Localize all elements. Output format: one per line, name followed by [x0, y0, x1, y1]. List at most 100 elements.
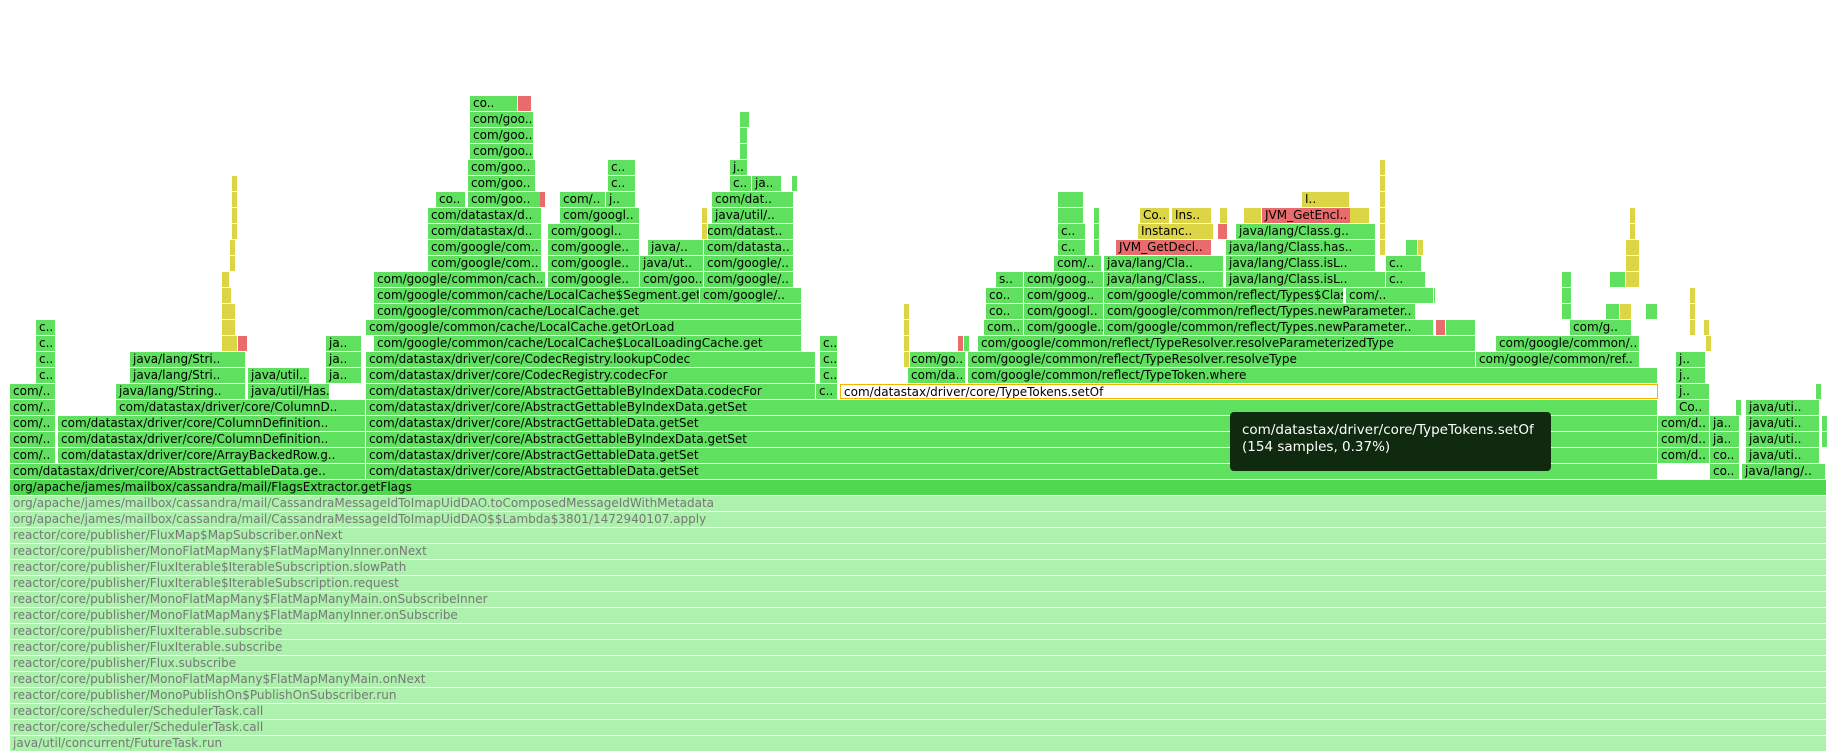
- stack-frame[interactable]: co..: [986, 288, 1024, 303]
- stack-frame[interactable]: com/d..: [1658, 432, 1710, 447]
- stack-frame[interactable]: com/d..: [1658, 416, 1710, 431]
- stack-frame[interactable]: java/uti..: [1746, 432, 1820, 447]
- stack-frame[interactable]: java/lang/String..: [116, 384, 246, 399]
- stack-frame[interactable]: [222, 272, 230, 287]
- stack-frame[interactable]: com/google/..: [704, 272, 794, 287]
- stack-frame[interactable]: Co..: [1140, 208, 1170, 223]
- stack-frame[interactable]: [1630, 224, 1636, 239]
- stack-frame[interactable]: com/..: [1346, 288, 1436, 303]
- stack-frame[interactable]: [1626, 272, 1640, 287]
- stack-frame[interactable]: [230, 240, 236, 255]
- stack-frame[interactable]: reactor/core/publisher/FluxIterable.subs…: [10, 640, 1827, 655]
- stack-frame[interactable]: com/goog..: [1024, 288, 1104, 303]
- stack-frame[interactable]: c..: [36, 368, 56, 383]
- stack-frame[interactable]: c..: [820, 352, 838, 367]
- stack-frame[interactable]: j..: [1676, 352, 1706, 367]
- stack-frame[interactable]: [1218, 224, 1228, 239]
- stack-frame[interactable]: c..: [608, 176, 636, 191]
- stack-frame[interactable]: ja..: [326, 352, 362, 367]
- stack-frame[interactable]: [232, 208, 238, 223]
- stack-frame[interactable]: com/google/common/ref..: [1476, 352, 1640, 367]
- stack-frame[interactable]: com/google/common/cache/LocalCache.get: [374, 304, 802, 319]
- stack-frame[interactable]: j..: [730, 160, 748, 175]
- stack-frame[interactable]: reactor/core/scheduler/SchedulerTask.cal…: [10, 720, 1827, 735]
- stack-frame[interactable]: com/go..: [908, 352, 966, 367]
- stack-frame[interactable]: [1380, 160, 1386, 175]
- stack-frame[interactable]: reactor/core/scheduler/SchedulerTask.cal…: [10, 704, 1827, 719]
- stack-frame[interactable]: com/google/common/reflect/Types.newParam…: [1104, 320, 1434, 335]
- stack-frame[interactable]: [1704, 320, 1710, 335]
- stack-frame[interactable]: [1380, 224, 1386, 239]
- stack-frame[interactable]: [904, 304, 910, 319]
- stack-frame[interactable]: com/datastax/driver/core/ColumnD..: [116, 400, 366, 415]
- stack-frame[interactable]: com/google/..: [704, 256, 794, 271]
- stack-frame[interactable]: [1822, 416, 1828, 431]
- stack-frame[interactable]: com/..: [10, 400, 56, 415]
- stack-frame[interactable]: java/lang/Class.has..: [1226, 240, 1376, 255]
- stack-frame[interactable]: [1822, 432, 1828, 447]
- stack-frame[interactable]: [1244, 208, 1262, 223]
- stack-frame[interactable]: [702, 208, 708, 223]
- stack-frame[interactable]: com/..: [1054, 256, 1102, 271]
- stack-frame[interactable]: com/google..: [548, 256, 640, 271]
- stack-frame[interactable]: com/google/..: [700, 288, 802, 303]
- stack-frame[interactable]: com/google/common/reflect/TypeToken.wher…: [968, 368, 1658, 383]
- stack-frame[interactable]: j..: [606, 192, 636, 207]
- stack-frame[interactable]: [964, 336, 970, 351]
- stack-frame[interactable]: c..: [1058, 224, 1086, 239]
- stack-frame[interactable]: com/goo..: [468, 176, 536, 191]
- stack-frame[interactable]: [1094, 208, 1100, 223]
- stack-frame[interactable]: co..: [1710, 464, 1740, 479]
- stack-frame[interactable]: c..: [1058, 240, 1086, 255]
- stack-frame[interactable]: c..: [608, 160, 636, 175]
- stack-frame[interactable]: c..: [820, 368, 838, 383]
- stack-frame[interactable]: [1690, 320, 1696, 335]
- stack-frame[interactable]: [1690, 288, 1696, 303]
- stack-frame[interactable]: java/uti..: [1746, 416, 1820, 431]
- stack-frame[interactable]: com/..: [10, 448, 56, 463]
- stack-frame[interactable]: [1626, 240, 1640, 255]
- stack-frame[interactable]: com/google..: [548, 272, 640, 287]
- stack-frame[interactable]: j..: [1676, 368, 1706, 383]
- stack-frame[interactable]: reactor/core/publisher/MonoFlatMapMany$F…: [10, 544, 1827, 559]
- stack-frame[interactable]: com/datastax/driver/core/CodecRegistry.l…: [366, 352, 816, 367]
- stack-frame[interactable]: [1690, 304, 1696, 319]
- stack-frame[interactable]: c..: [1386, 272, 1426, 287]
- stack-frame[interactable]: [1380, 192, 1386, 207]
- stack-frame[interactable]: java/lang/Class.isL..: [1226, 256, 1376, 271]
- stack-frame[interactable]: com/datastax/driver/core/ColumnDefinitio…: [58, 432, 366, 447]
- stack-frame[interactable]: reactor/core/publisher/FluxIterable$Iter…: [10, 560, 1827, 575]
- stack-frame[interactable]: com/google/common/cache/LocalCache$Segme…: [374, 288, 700, 303]
- stack-frame[interactable]: j..: [1676, 384, 1710, 399]
- stack-frame[interactable]: c..: [820, 336, 838, 351]
- stack-frame[interactable]: com/dat..: [712, 192, 794, 207]
- stack-frame[interactable]: com/datasta..: [704, 240, 794, 255]
- stack-frame[interactable]: [1380, 208, 1386, 223]
- stack-frame[interactable]: Instanc..: [1138, 224, 1214, 239]
- stack-frame[interactable]: java/ut..: [640, 256, 704, 271]
- stack-frame[interactable]: com/google/common/cache/LocalCache$Local…: [374, 336, 802, 351]
- stack-frame[interactable]: com/google/common/reflect/Types$Clas..: [1104, 288, 1344, 303]
- stack-frame[interactable]: com/google/common/..: [1496, 336, 1640, 351]
- stack-frame[interactable]: com/..: [10, 384, 56, 399]
- stack-frame[interactable]: [232, 176, 238, 191]
- stack-frame[interactable]: com/goog..: [1024, 272, 1104, 287]
- stack-frame[interactable]: com/goo..: [640, 272, 704, 287]
- stack-frame[interactable]: [1350, 208, 1370, 223]
- stack-frame[interactable]: [1646, 304, 1658, 319]
- stack-frame[interactable]: com/datastax/d..: [428, 208, 542, 223]
- stack-frame[interactable]: [222, 336, 238, 351]
- stack-frame[interactable]: com/datastax/driver/core/ColumnDefinitio…: [58, 416, 366, 431]
- stack-frame[interactable]: [1094, 240, 1100, 255]
- stack-frame[interactable]: com/datastax/driver/core/ArrayBackedRow.…: [58, 448, 366, 463]
- stack-frame[interactable]: com..: [984, 320, 1024, 335]
- stack-frame[interactable]: [904, 320, 910, 335]
- stack-frame[interactable]: co..: [436, 192, 466, 207]
- stack-frame[interactable]: java/lang/Class..: [1104, 272, 1224, 287]
- stack-frame[interactable]: com/d..: [1658, 448, 1710, 463]
- stack-frame[interactable]: com/goo..: [470, 112, 534, 127]
- stack-frame[interactable]: com/datastax/driver/core/AbstractGettabl…: [10, 464, 366, 479]
- stack-frame[interactable]: [904, 336, 910, 351]
- stack-frame[interactable]: [740, 128, 748, 143]
- stack-frame[interactable]: [1446, 320, 1476, 335]
